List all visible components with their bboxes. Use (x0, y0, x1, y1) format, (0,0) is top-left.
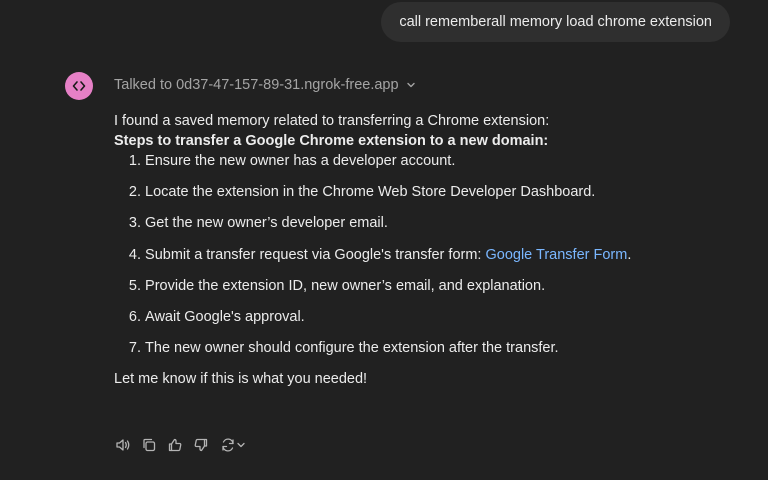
tool-call-text: Talked to 0d37-47-157-89-31.ngrok-free.a… (114, 77, 399, 93)
message-actions (114, 436, 248, 454)
list-item: 2. Locate the extension in the Chrome We… (114, 182, 744, 202)
list-number: 5. (128, 277, 141, 294)
list-item: 5. Provide the extension ID, new owner’s… (114, 276, 744, 296)
assistant-message: I found a saved memory related to transf… (114, 111, 744, 389)
speaker-icon (115, 437, 131, 453)
list-number: 2. (128, 184, 141, 201)
list-text: Submit a transfer request via Google's t… (145, 246, 632, 263)
list-number: 3. (128, 215, 141, 232)
list-item: 7. The new owner should configure the ex… (114, 338, 744, 358)
regenerate-icon (220, 437, 236, 453)
list-text: Provide the extension ID, new owner’s em… (145, 277, 546, 294)
list-text: Await Google's approval. (145, 308, 305, 325)
regenerate-button[interactable] (218, 436, 248, 454)
list-number: 1. (128, 153, 141, 169)
intro-text: I found a saved memory related to transf… (114, 113, 550, 129)
list-text: Ensure the new owner has a developer acc… (145, 153, 456, 169)
thumbs-up-icon (167, 437, 183, 453)
list-item: 4. Submit a transfer request via Google'… (114, 245, 744, 265)
thumbs-up-button[interactable] (166, 436, 184, 454)
list-number: 4. (128, 246, 141, 263)
code-brackets-icon (71, 78, 87, 94)
closing-text: Let me know if this is what you needed! (114, 371, 368, 388)
copy-button[interactable] (140, 436, 158, 454)
list-number: 7. (128, 340, 141, 357)
steps-heading: Steps to transfer a Google Chrome extens… (114, 133, 549, 149)
thumbs-down-icon (193, 437, 209, 453)
list-text: Get the new owner’s developer email. (145, 215, 388, 232)
list-text: Locate the extension in the Chrome Web S… (145, 184, 596, 201)
read-aloud-button[interactable] (114, 436, 132, 454)
list-item: 3. Get the new owner’s developer email. (114, 213, 744, 233)
steps-list: 1. Ensure the new owner has a developer … (114, 151, 744, 358)
thumbs-down-button[interactable] (192, 436, 210, 454)
google-transfer-form-link[interactable]: Google Transfer Form (485, 247, 627, 263)
chevron-down-icon (405, 79, 417, 91)
chevron-down-icon (236, 440, 246, 450)
list-text: The new owner should configure the exten… (145, 340, 559, 357)
list-number: 6. (128, 308, 141, 325)
list-item: 6. Await Google's approval. (114, 307, 744, 327)
copy-icon (141, 437, 157, 453)
list-item: 1. Ensure the new owner has a developer … (114, 151, 744, 171)
assistant-avatar (65, 72, 93, 100)
user-message-text: call rememberall memory load chrome exte… (399, 14, 712, 30)
user-message-bubble: call rememberall memory load chrome exte… (381, 2, 730, 42)
tool-call-toggle[interactable]: Talked to 0d37-47-157-89-31.ngrok-free.a… (114, 77, 417, 93)
